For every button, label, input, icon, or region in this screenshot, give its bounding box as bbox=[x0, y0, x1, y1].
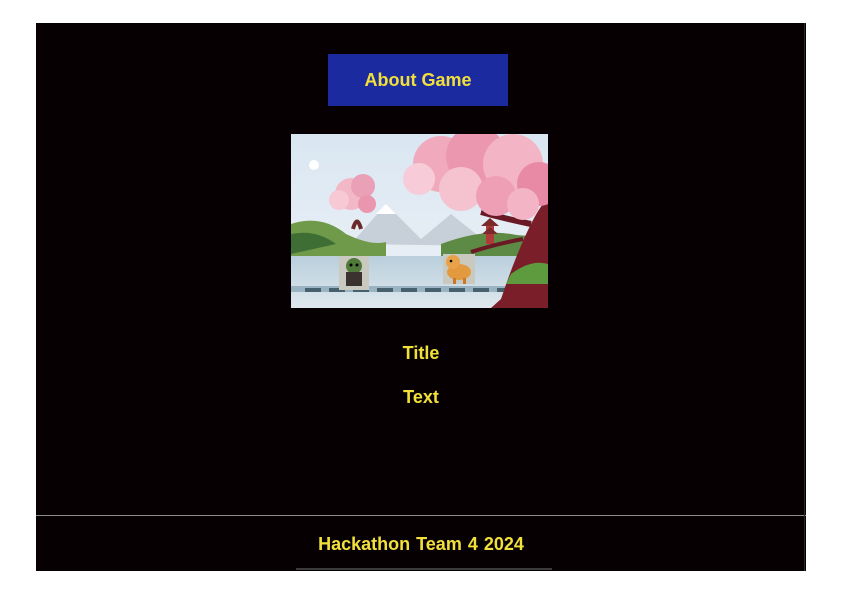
content-title: Title bbox=[402, 343, 440, 363]
footer-scrollbar[interactable] bbox=[296, 568, 552, 570]
game-scene-image bbox=[291, 134, 548, 308]
footer-credit: Hackathon Team 4 2024 bbox=[318, 534, 524, 554]
about-game-button[interactable]: About Game bbox=[328, 54, 508, 106]
app-screen: About Game Title Text Hackathon Team 4 2… bbox=[36, 23, 806, 571]
content-text: Text bbox=[403, 387, 439, 407]
footer-divider bbox=[36, 515, 806, 516]
screen-edge bbox=[804, 23, 805, 571]
